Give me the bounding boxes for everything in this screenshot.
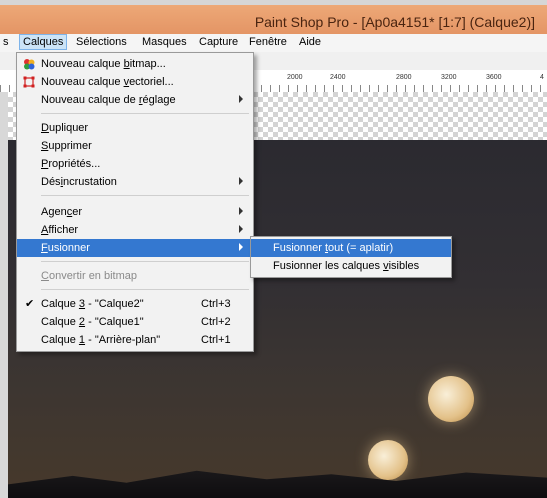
menu-item-label: Fusionner les calques visibles xyxy=(273,260,420,272)
moon-image-lower xyxy=(368,440,408,480)
menu-item-label: Propriétés... xyxy=(41,158,101,170)
shortcut-label: Ctrl+1 xyxy=(201,334,231,346)
ruler-label: 3200 xyxy=(441,74,457,81)
menu-item-merge[interactable]: Fusionner xyxy=(17,239,253,257)
submenu-arrow-icon xyxy=(239,207,243,215)
moon-image-upper xyxy=(428,376,474,422)
menu-item-label: Fusionner xyxy=(41,242,90,254)
menu-item-deinterlace[interactable]: Désincrustation xyxy=(17,173,253,191)
menu-capture[interactable]: Capture xyxy=(199,36,238,48)
menu-item-label: Afficher xyxy=(41,224,79,236)
shortcut-label: Ctrl+3 xyxy=(201,298,231,310)
color-dots-icon xyxy=(24,59,35,70)
vector-square-icon xyxy=(23,76,35,88)
menu-masques[interactable]: Masques xyxy=(142,36,187,48)
menu-prev-item[interactable]: s xyxy=(3,36,9,48)
ruler-label: 2400 xyxy=(330,74,346,81)
ruler-label: 2000 xyxy=(287,74,303,81)
menu-item-merge-all[interactable]: Fusionner tout (= aplatir) xyxy=(251,239,451,257)
window-title: Paint Shop Pro - [Ap0a4151* [1:7] (Calqu… xyxy=(254,14,535,30)
ruler-label: 4 xyxy=(540,74,544,81)
menu-separator xyxy=(41,113,249,114)
merge-submenu: Fusionner tout (= aplatir) Fusionner les… xyxy=(250,236,452,278)
menu-item-properties[interactable]: Propriétés... xyxy=(17,155,253,173)
title-bar: Paint Shop Pro - [Ap0a4151* [1:7] (Calqu… xyxy=(0,0,547,34)
ruler-label: 3600 xyxy=(486,74,502,81)
menu-item-label: Fusionner tout (= aplatir) xyxy=(273,242,394,254)
checkmark-icon: ✔ xyxy=(25,298,35,310)
menu-item-label: Nouveau calque bitmap... xyxy=(41,58,166,70)
menu-item-label: Dupliquer xyxy=(41,122,89,134)
menu-item-label: Convertir en bitmap xyxy=(41,270,137,282)
menu-item-new-bitmap-layer[interactable]: Nouveau calque bitmap... xyxy=(17,55,253,73)
menu-item-label: Supprimer xyxy=(41,140,92,152)
menu-item-convert-bitmap: Convertir en bitmap xyxy=(17,267,253,285)
menu-item-label: Calque 2 - "Calque1" xyxy=(41,316,144,328)
menu-bar: s Calques Sélections Masques Capture Fen… xyxy=(0,34,547,53)
menu-separator xyxy=(41,195,249,196)
menu-item-layer-2[interactable]: Calque 2 - "Calque1" Ctrl+2 xyxy=(17,313,253,331)
menu-item-layer-3[interactable]: ✔ Calque 3 - "Calque2" Ctrl+3 xyxy=(17,295,253,313)
menu-separator xyxy=(41,289,249,290)
menu-aide[interactable]: Aide xyxy=(299,36,321,48)
menu-fenetre[interactable]: Fenêtre xyxy=(249,36,287,48)
menu-item-label: Nouveau calque de réglage xyxy=(41,94,176,106)
submenu-arrow-icon xyxy=(239,95,243,103)
menu-item-show[interactable]: Afficher xyxy=(17,221,253,239)
menu-item-merge-visible[interactable]: Fusionner les calques visibles xyxy=(251,257,451,275)
menu-item-label: Calque 1 - "Arrière-plan" xyxy=(41,334,161,346)
menu-item-duplicate[interactable]: Dupliquer xyxy=(17,119,253,137)
menu-item-label: Nouveau calque vectoriel... xyxy=(41,76,174,88)
menu-item-layer-1[interactable]: Calque 1 - "Arrière-plan" Ctrl+1 xyxy=(17,331,253,349)
menu-selections[interactable]: Sélections xyxy=(76,36,127,48)
menu-item-new-vector-layer[interactable]: Nouveau calque vectoriel... xyxy=(17,73,253,91)
menu-calques[interactable]: Calques xyxy=(19,34,68,50)
menu-item-label: Désincrustation xyxy=(41,176,117,188)
shortcut-label: Ctrl+2 xyxy=(201,316,231,328)
submenu-arrow-icon xyxy=(239,243,243,251)
ruler-label: 2800 xyxy=(396,74,412,81)
submenu-arrow-icon xyxy=(239,177,243,185)
menu-separator xyxy=(41,261,249,262)
menu-item-delete[interactable]: Supprimer xyxy=(17,137,253,155)
menu-item-label: Agencer xyxy=(41,206,82,218)
submenu-arrow-icon xyxy=(239,225,243,233)
menu-item-arrange[interactable]: Agencer xyxy=(17,203,253,221)
menu-item-label: Calque 3 - "Calque2" xyxy=(41,298,144,310)
menu-item-new-adjustment-layer[interactable]: Nouveau calque de réglage xyxy=(17,91,253,109)
calques-menu: Nouveau calque bitmap... Nouveau calque … xyxy=(16,52,254,352)
